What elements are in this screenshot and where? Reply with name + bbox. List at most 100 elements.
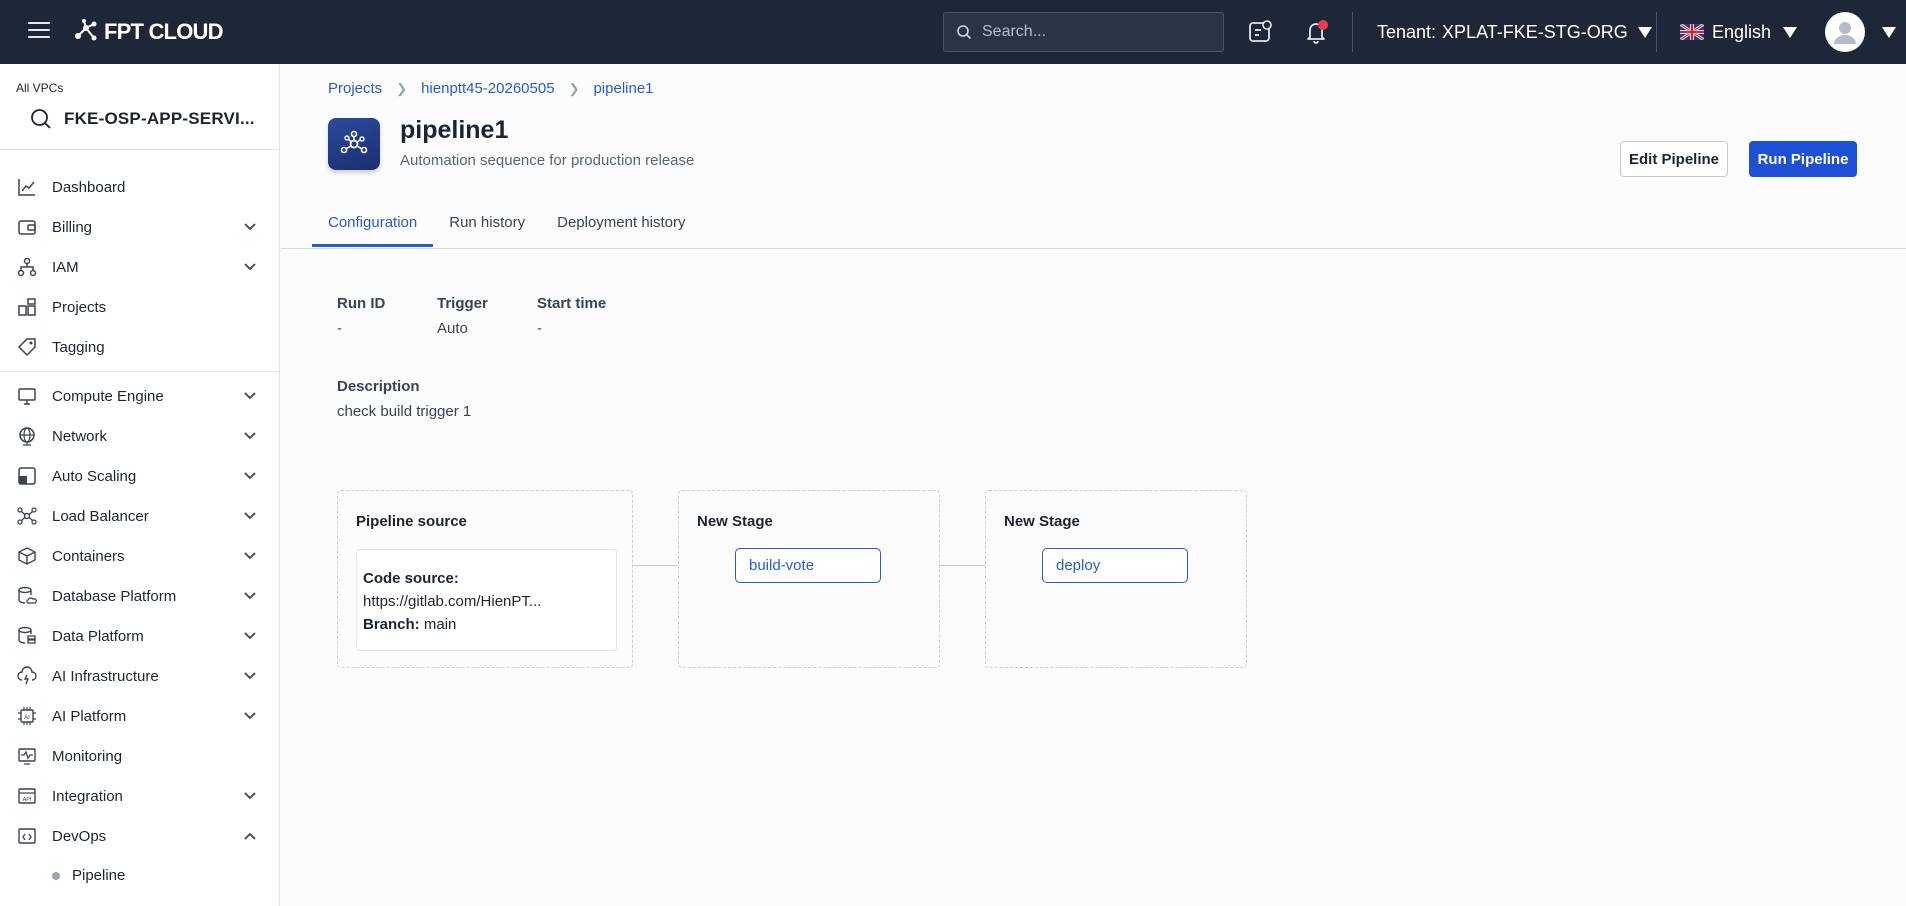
sidebar-item-auto-scaling[interactable]: Auto Scaling (0, 456, 279, 496)
uk-flag-icon (1680, 24, 1704, 40)
pulse-monitor-icon (17, 746, 37, 766)
sidebar-item-load-balancer[interactable]: Load Balancer (0, 496, 279, 536)
code-window-icon (17, 826, 37, 846)
run-pipeline-button[interactable]: Run Pipeline (1749, 141, 1857, 177)
task-list-icon[interactable] (1246, 18, 1274, 46)
tab-configuration[interactable]: Configuration (312, 208, 434, 247)
tag-icon (17, 337, 37, 357)
org-tree-icon (17, 257, 37, 277)
search-icon (31, 109, 51, 129)
chevron-down-icon (244, 632, 256, 640)
sidebar-item-label: IAM (52, 258, 79, 276)
dashboard-chart-icon (17, 177, 37, 197)
breadcrumb-link[interactable]: Projects (328, 80, 382, 97)
search-input[interactable] (982, 23, 1202, 41)
sidebar-item-dashboard[interactable]: Dashboard (0, 167, 279, 207)
sidebar-item-label: AI Platform (52, 707, 127, 725)
search-icon (957, 25, 972, 40)
chevron-down-icon (244, 392, 256, 400)
vpc-selector[interactable]: FKE-OSP-APP-SERVI... (30, 108, 255, 130)
sidebar-item-iam[interactable]: IAM (0, 247, 279, 287)
vpc-name: FKE-OSP-APP-SERVI... (64, 109, 255, 128)
sidebar-item-compute-engine[interactable]: Compute Engine (0, 376, 279, 416)
user-avatar[interactable] (1825, 12, 1865, 52)
tenant-value: XPLAT-FKE-STG-ORG (1442, 21, 1628, 42)
branch-label: Branch: (363, 616, 420, 633)
sidebar-item-label: Load Balancer (52, 507, 149, 525)
language-label: English (1712, 21, 1772, 42)
brand-name: FPT CLOUD (104, 19, 223, 44)
sidebar-item-label: Tagging (52, 338, 105, 356)
tab-run-history[interactable]: Run history (433, 208, 541, 247)
chevron-down-icon (244, 223, 256, 231)
database-cloud-icon (17, 586, 37, 606)
sidebar-subitem-pipeline[interactable]: Pipeline (0, 860, 279, 892)
stage-job-deploy[interactable]: deploy (1042, 548, 1188, 583)
ai-chip-icon: AI (17, 706, 37, 726)
chevron-down-icon (244, 432, 256, 440)
sidebar-divider (0, 149, 279, 150)
sidebar-item-label: DevOps (52, 827, 107, 845)
user-menu-caret-icon[interactable] (1882, 27, 1896, 38)
page-subtitle: Automation sequence for production relea… (400, 152, 695, 169)
run-id-value: - (337, 320, 342, 337)
sidebar-item-label: Billing (52, 218, 93, 236)
tenant-selector[interactable]: Tenant: XPLAT-FKE-STG-ORG (1377, 20, 1652, 44)
chevron-down-icon (244, 592, 256, 600)
sidebar-item-projects[interactable]: Projects (0, 287, 279, 327)
notification-bell-icon[interactable] (1302, 18, 1330, 46)
start-time-label: Start time (537, 295, 607, 312)
code-source-card[interactable]: Code source: https://gitlab.com/HienPT..… (356, 549, 617, 651)
sidebar-item-label: Containers (52, 547, 125, 565)
chevron-down-icon (244, 512, 256, 520)
sidebar-item-label: Network (52, 427, 108, 445)
sidebar-item-integration[interactable]: API Integration (0, 776, 279, 816)
pipeline-hub-icon (328, 118, 380, 170)
breadcrumb-current[interactable]: pipeline1 (593, 80, 653, 97)
trigger-label: Trigger (437, 295, 488, 312)
fpt-cloud-logo-icon (75, 19, 97, 41)
sidebar-item-data-platform[interactable]: Data Platform (0, 616, 279, 656)
global-search[interactable] (943, 12, 1224, 52)
sidebar-item-devops[interactable]: DevOps (0, 816, 279, 856)
description-label: Description (337, 378, 420, 395)
breadcrumb: Projects ❯ hienptt45-20260505 ❯ pipeline… (328, 80, 654, 97)
sidebar-item-tagging[interactable]: Tagging (0, 327, 279, 367)
sidebar-item-ai-infrastructure[interactable]: AI Infrastructure (0, 656, 279, 696)
sidebar-item-label: Database Platform (52, 587, 177, 605)
brand-logo[interactable]: FPT CLOUD (72, 18, 223, 46)
sidebar-item-label: Monitoring (52, 747, 123, 765)
header-divider (1352, 12, 1353, 52)
sidebar-subitem-label: Pipeline (72, 867, 126, 884)
chevron-down-icon (244, 672, 256, 680)
wallet-icon (17, 217, 37, 237)
sidebar-item-monitoring[interactable]: Monitoring (0, 736, 279, 776)
stage-job-build-vote[interactable]: build-vote (735, 548, 881, 583)
blocks-icon (17, 297, 37, 317)
sidebar-item-billing[interactable]: Billing (0, 207, 279, 247)
language-selector[interactable]: English (1680, 20, 1798, 44)
chevron-down-icon (244, 263, 256, 271)
hamburger-menu-icon[interactable] (28, 22, 50, 40)
pipeline-source-title: Pipeline source (356, 513, 467, 530)
sidebar-item-network[interactable]: Network (0, 416, 279, 456)
sidebar-item-containers[interactable]: Containers (0, 536, 279, 576)
sidebar-item-label: Compute Engine (52, 387, 164, 405)
stage-title: New Stage (1004, 513, 1080, 530)
chevron-down-icon (244, 792, 256, 800)
chevron-down-icon (244, 472, 256, 480)
sidebar-item-label: Data Platform (52, 627, 144, 645)
tab-deployment-history[interactable]: Deployment history (541, 208, 701, 247)
sidebar-item-database-platform[interactable]: Database Platform (0, 576, 279, 616)
edit-pipeline-button[interactable]: Edit Pipeline (1620, 141, 1728, 177)
page-title: pipeline1 (400, 116, 509, 144)
breadcrumb-link[interactable]: hienptt45-20260505 (421, 80, 554, 97)
globe-icon (17, 426, 37, 446)
monitor-icon (17, 386, 37, 406)
cube-icon (17, 546, 37, 566)
description-value: check build trigger 1 (337, 403, 472, 420)
run-id-label: Run ID (337, 295, 386, 312)
caret-down-icon (1783, 26, 1798, 38)
sidebar-item-ai-platform[interactable]: AI AI Platform (0, 696, 279, 736)
vpc-label: All VPCs (16, 81, 64, 95)
